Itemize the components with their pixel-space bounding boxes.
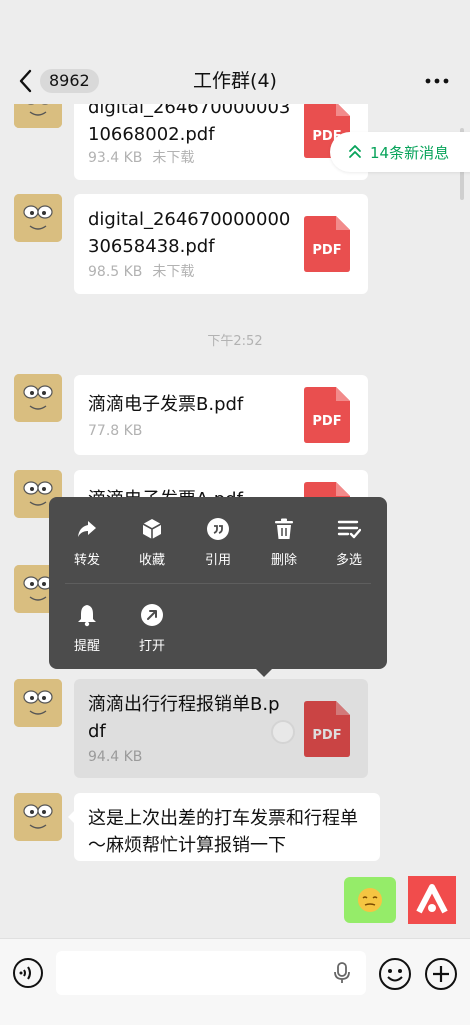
cartoon-face-avatar-icon [14, 374, 62, 422]
file-message[interactable]: digital_26467000000030658438.pdf 98.5 KB… [74, 194, 368, 294]
new-messages-pill[interactable]: 14条新消息 [330, 132, 470, 172]
cartoon-face-avatar-icon [14, 679, 62, 727]
text-message-content: 这是上次出差的打车发票和行程单～麻烦帮忙计算报销一下 [88, 808, 358, 856]
file-size: 98.5 KB [88, 264, 143, 280]
quote-icon [206, 517, 230, 541]
file-status: 未下载 [152, 264, 195, 280]
sticker-message[interactable] [344, 877, 396, 923]
file-meta: 93.4 KB 未下载 [88, 148, 194, 168]
file-name: 滴滴电子发票B.pdf [88, 394, 244, 415]
menu-label: 收藏 [138, 553, 165, 568]
mic-icon[interactable] [332, 962, 352, 984]
menu-item-multi-select[interactable]: 多选 [319, 517, 379, 577]
more-button[interactable] [424, 70, 450, 92]
pdf-file-icon: PDF [304, 216, 350, 272]
chat-header: 8962 工作群(4) [0, 0, 470, 104]
menu-label: 转发 [73, 553, 100, 568]
message-context-menu: 转发 收藏 引用 删除 多选 提醒 打开 [49, 497, 387, 677]
forward-icon [75, 517, 99, 541]
my-avatar[interactable] [408, 876, 456, 924]
menu-divider [65, 583, 371, 584]
pdf-label: PDF [312, 243, 342, 258]
double-chevron-up-icon [349, 145, 361, 158]
menu-item-forward[interactable]: 转发 [57, 517, 117, 577]
download-progress-circle [271, 720, 295, 744]
emoji-sticker-icon [358, 888, 382, 912]
voice-button[interactable] [12, 957, 44, 989]
menu-item-open[interactable]: 打开 [122, 603, 182, 663]
file-size: 93.4 KB [88, 150, 143, 166]
open-arrow-icon [140, 603, 164, 627]
new-messages-label: 14条新消息 [370, 144, 450, 162]
menu-label: 删除 [270, 553, 297, 568]
plus-icon [425, 958, 457, 990]
file-size: 77.8 KB [88, 423, 143, 439]
menu-item-delete[interactable]: 删除 [254, 517, 314, 577]
menu-item-remind[interactable]: 提醒 [57, 603, 117, 663]
trash-icon [272, 517, 296, 541]
list-check-icon [337, 517, 361, 541]
menu-label: 打开 [138, 639, 165, 654]
menu-label: 引用 [204, 553, 231, 568]
voice-icon [13, 958, 43, 988]
avatar[interactable] [14, 194, 62, 242]
selection-overlay [74, 679, 368, 778]
cube-icon [140, 517, 164, 541]
file-name: digital_26467000000030658438.pdf [88, 209, 291, 257]
bell-icon [75, 603, 99, 627]
message-input[interactable] [56, 951, 366, 995]
bubble-tail [68, 811, 74, 823]
text-message[interactable]: 这是上次出差的打车发票和行程单～麻烦帮忙计算报销一下 [68, 793, 380, 861]
pdf-label: PDF [312, 414, 342, 429]
emoji-button[interactable] [378, 957, 412, 991]
more-functions-button[interactable] [424, 957, 458, 991]
emoji-icon [379, 958, 411, 990]
menu-label: 多选 [335, 553, 362, 568]
cartoon-face-avatar-icon [14, 194, 62, 242]
chat-title: 工作群(4) [193, 70, 277, 92]
file-message[interactable]: 滴滴电子发票B.pdf 77.8 KB PDF [74, 375, 368, 455]
cartoon-face-avatar-icon [14, 793, 62, 841]
menu-pointer [256, 669, 272, 677]
input-bar [0, 938, 470, 1025]
avatar[interactable] [14, 793, 62, 841]
menu-label: 提醒 [73, 639, 100, 654]
pdf-file-icon: PDF [304, 387, 350, 443]
logo-avatar-icon [408, 876, 456, 924]
menu-item-quote[interactable]: 引用 [188, 517, 248, 577]
message-timestamp: 下午2:52 [207, 334, 263, 349]
more-dots-icon [425, 78, 449, 84]
avatar[interactable] [14, 374, 62, 422]
menu-item-favorite[interactable]: 收藏 [122, 517, 182, 577]
file-meta: 98.5 KB 未下载 [88, 262, 194, 282]
avatar[interactable] [14, 679, 62, 727]
file-status: 未下载 [152, 150, 195, 166]
